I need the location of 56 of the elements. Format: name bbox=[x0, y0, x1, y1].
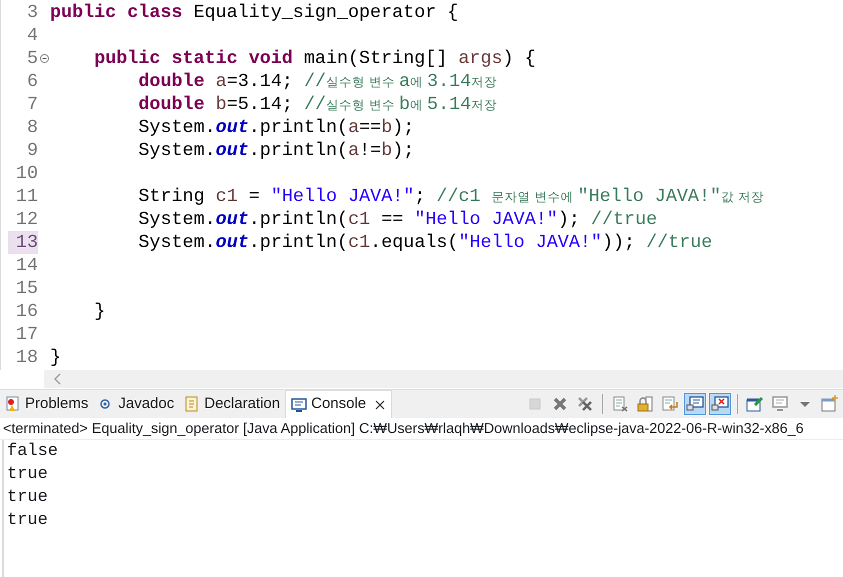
line-number: 18 bbox=[14, 346, 38, 369]
code-line: System.out.println(c1 == "Hello JAVA!"); //true bbox=[138, 208, 658, 231]
wrap-document-icon bbox=[661, 395, 679, 413]
line-number: 8 bbox=[26, 116, 38, 139]
monitor-icon bbox=[686, 395, 704, 413]
code-line: System.out.println(a!=b); bbox=[138, 139, 414, 162]
scroll-left-icon[interactable] bbox=[53, 373, 63, 385]
close-icon[interactable] bbox=[374, 398, 386, 410]
line-number: 13 bbox=[8, 231, 38, 254]
close-icon bbox=[551, 395, 569, 413]
code-line: System.out.println(c1.equals("Hello JAVA!")); //true bbox=[138, 231, 712, 254]
line-number: 4 bbox=[26, 24, 38, 47]
caret-icon bbox=[800, 402, 810, 406]
code-line: String c1 = "Hello JAVA!"; //c1 문자열 변수에 "Hello JAVA!"값 저장 bbox=[138, 185, 764, 208]
monitor-error-icon bbox=[711, 395, 729, 413]
new-window-icon bbox=[821, 395, 839, 413]
line-number: 10 bbox=[14, 162, 38, 185]
line-number: 14 bbox=[14, 254, 38, 277]
line-number: 3 bbox=[26, 1, 38, 24]
line-number: 7 bbox=[26, 93, 38, 116]
panel-tab[interactable]: Problems bbox=[0, 390, 94, 418]
line-number: 12 bbox=[14, 208, 38, 231]
console-output-line: true bbox=[7, 510, 49, 532]
toolbar-button[interactable] bbox=[709, 393, 731, 415]
panel-tab[interactable]: Console bbox=[285, 390, 392, 418]
console-output-line: true bbox=[7, 487, 49, 509]
code-line: public class Equality_sign_operator { bbox=[50, 1, 458, 24]
problems-icon bbox=[5, 396, 21, 412]
line-number: 9 bbox=[26, 139, 38, 162]
clear-document-icon bbox=[611, 395, 629, 413]
line-number: 11 bbox=[14, 185, 38, 208]
monitor-icon bbox=[291, 396, 308, 412]
line-number: 6 bbox=[26, 70, 38, 93]
double-x-icon bbox=[576, 395, 594, 413]
document-icon bbox=[184, 396, 200, 412]
panel-tab[interactable]: Declaration bbox=[179, 390, 286, 418]
code-line: public static void main(String[] args) { bbox=[94, 47, 536, 70]
toolbar-button[interactable] bbox=[684, 393, 706, 415]
line-number: 17 bbox=[14, 323, 38, 346]
lock-icon bbox=[636, 395, 654, 413]
line-number: 5 bbox=[26, 47, 38, 70]
code-line: } bbox=[94, 300, 106, 323]
console-output-line: true bbox=[7, 464, 49, 486]
monitor-icon bbox=[771, 395, 789, 413]
line-number: 16 bbox=[14, 300, 38, 323]
panel-tab[interactable]: Javadoc bbox=[93, 390, 180, 418]
horizontal-scrollbar[interactable] bbox=[44, 370, 843, 388]
console-output-line: false bbox=[7, 441, 60, 463]
fold-icon[interactable] bbox=[40, 54, 48, 63]
code-line: double b=5.14; //실수형 변수 b에 5.14저장 bbox=[138, 93, 498, 116]
code-line: } bbox=[50, 346, 62, 369]
pinned-window-icon bbox=[746, 395, 764, 413]
code-line: double a=3.14; //실수형 변수 a에 3.14저장 bbox=[138, 70, 498, 93]
line-number: 15 bbox=[14, 277, 38, 300]
console-header: <terminated> Equality_sign_operator [Java Application] C:₩Users₩rlaqh₩Downloads₩eclipse-java-2022-06-R-win32-x86_6 bbox=[3, 421, 804, 437]
code-line: System.out.println(a==b); bbox=[138, 116, 414, 139]
